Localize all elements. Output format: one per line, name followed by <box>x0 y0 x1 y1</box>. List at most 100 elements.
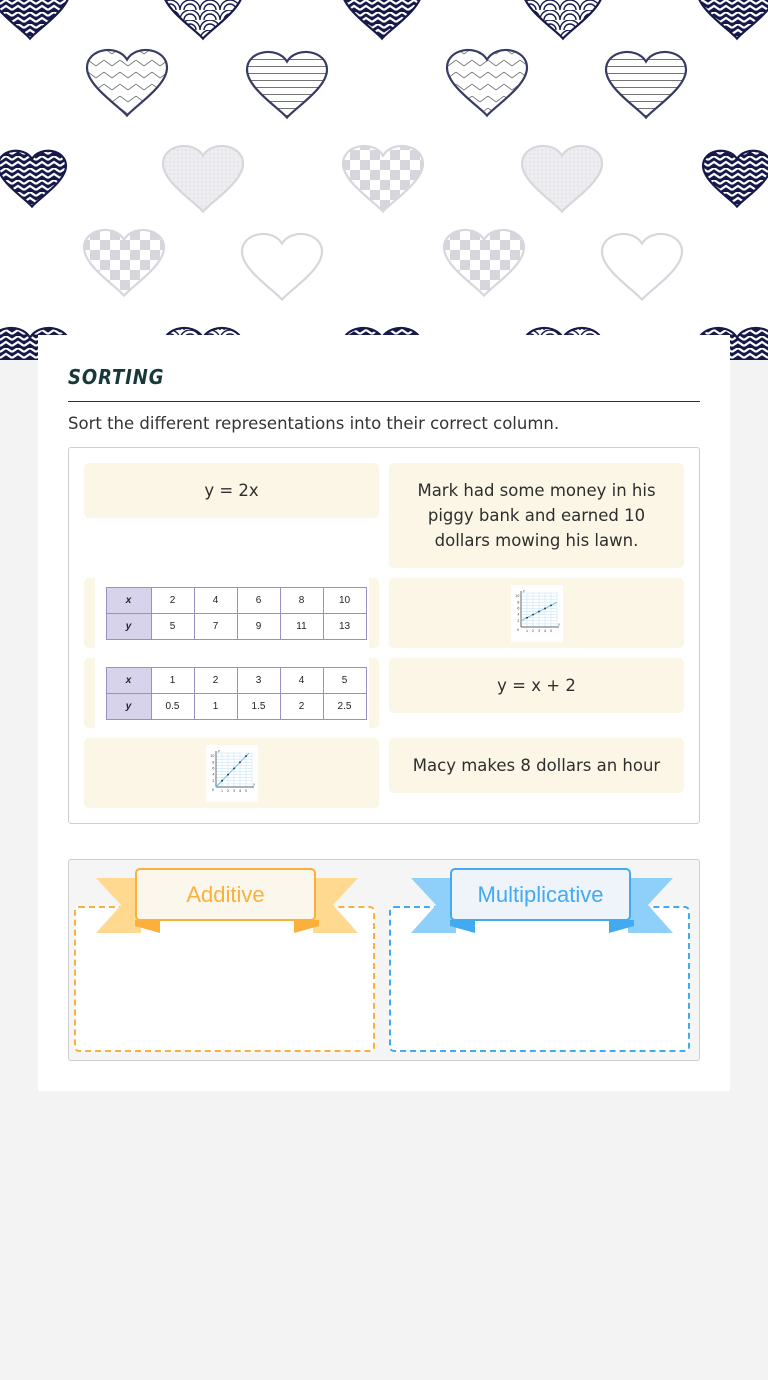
sort-card-graph-additive[interactable]: 1 2 3 4 5 2 4 6 8 10 0 y x <box>389 578 684 648</box>
hearts-banner <box>0 0 768 360</box>
table-cell: 6 <box>236 586 281 614</box>
heart-light-icon <box>520 144 604 214</box>
table-cell: 3 <box>236 666 281 694</box>
line-graph-multiplicative: 1 2 3 4 52468100yx <box>210 749 256 793</box>
data-point <box>525 616 528 619</box>
heart-light-icon <box>600 232 684 302</box>
table-cell: 9 <box>236 612 281 640</box>
table-header-x: x <box>105 666 152 694</box>
x-axis-label: x <box>252 782 256 786</box>
table-cell: 5 <box>322 666 367 694</box>
table-cell: 1 <box>193 692 238 720</box>
table-cell: 4 <box>279 666 324 694</box>
activity-title: SORTING <box>68 365 165 389</box>
heart-stripe-icon <box>604 50 688 120</box>
heart-chevron-icon <box>0 0 69 41</box>
sort-card-table-half-x[interactable]: x 1 2 3 4 5 y 0.5 1 1.5 2 2.5 <box>84 657 379 729</box>
graph-image: 1 2 3 4 5 2 4 6 8 10 0 y x <box>510 584 563 642</box>
heart-light-icon <box>240 232 324 302</box>
heart-zigzag-icon <box>445 48 529 118</box>
y-axis-label: y <box>217 749 221 753</box>
table-header-x: x <box>105 586 152 614</box>
table-row-y: y 5 7 9 11 13 <box>105 612 367 640</box>
data-point <box>537 610 540 612</box>
data-point <box>220 779 223 782</box>
y-tick-label: 6 <box>212 766 214 770</box>
data-point <box>549 603 552 606</box>
table-cell: 1 <box>150 666 195 694</box>
y-tick-label: 10 <box>210 754 214 758</box>
table-cell: 13 <box>322 612 367 640</box>
sort-card-y-equals-x-plus-2[interactable]: y = x + 2 <box>389 658 684 713</box>
x-tick-label: 5 <box>244 789 246 793</box>
origin-label: 0 <box>516 628 518 632</box>
table-cell: 2 <box>279 692 324 720</box>
heart-checker-icon <box>82 228 166 298</box>
y-tick-label: 8 <box>517 600 519 604</box>
heart-chevron-icon <box>0 149 68 209</box>
table-row-y: y 0.5 1 1.5 2 2.5 <box>105 692 367 720</box>
table-cell: 8 <box>279 586 324 614</box>
heart-scales-icon <box>524 0 602 41</box>
graph-image: 1 2 3 4 5 2 4 6 8 10 0 y x <box>205 744 258 802</box>
x-tick-label: 1 <box>525 629 527 633</box>
table-cell: 4 <box>193 586 238 614</box>
data-point <box>232 767 235 769</box>
sort-card-mark-piggy-bank[interactable]: Mark had some money in his piggy bank an… <box>389 463 684 568</box>
table-header-y: y <box>105 612 152 640</box>
y-tick-label: 8 <box>212 760 214 764</box>
sort-card-y-equals-2x[interactable]: y = 2x <box>84 463 379 518</box>
y-tick-label: 2 <box>212 778 214 782</box>
card-text: Macy makes 8 dollars an hour <box>412 756 661 775</box>
table-cell: 11 <box>279 612 324 640</box>
table-cell: 2.5 <box>322 692 367 720</box>
heart-chevron-icon <box>343 0 421 41</box>
heart-chevron-icon <box>701 149 768 209</box>
table-row-x: x 1 2 3 4 5 <box>105 666 367 694</box>
heart-light-icon <box>161 144 245 214</box>
heart-light-icon <box>341 144 425 214</box>
table-cell: 10 <box>322 586 367 614</box>
table-image: x 2 4 6 8 10 y 5 7 9 11 13 <box>94 577 369 649</box>
ribbon-tail-right <box>628 878 673 933</box>
xy-table: x 2 4 6 8 10 y 5 7 9 11 13 <box>105 586 367 640</box>
x-tick-label: 3 <box>232 789 234 793</box>
y-tick-label: 4 <box>212 772 215 776</box>
data-point <box>238 760 241 763</box>
table-cell: 5 <box>150 612 195 640</box>
x-tick-label: 3 <box>537 629 539 633</box>
sort-card-table-x-plus-3[interactable]: x 2 4 6 8 10 y 5 7 9 11 13 <box>84 577 379 649</box>
title-divider <box>68 401 700 402</box>
x-tick-label: 1 <box>220 789 222 793</box>
x-tick-label: 4 <box>238 789 241 793</box>
table-row-x: x 2 4 6 8 10 <box>105 586 367 614</box>
hearts-pattern <box>0 0 768 360</box>
data-point <box>543 607 546 609</box>
series-line <box>215 752 249 787</box>
data-point <box>244 754 247 757</box>
bin-label-multiplicative: Multiplicative <box>450 868 631 921</box>
data-point <box>531 613 534 616</box>
card-pool: y = 2x Mark had some money in his piggy … <box>68 447 700 824</box>
table-header-y: y <box>105 692 152 720</box>
line-graph-additive: 1 2 3 4 52468100yx <box>515 589 561 633</box>
card-text: y = 2x <box>204 481 259 500</box>
card-text: y = x + 2 <box>497 676 576 695</box>
heart-chevron-icon <box>698 0 768 41</box>
table-cell: 7 <box>193 612 238 640</box>
activity-instructions: Sort the different representations into … <box>68 414 560 433</box>
ribbon-tail-right <box>313 878 358 933</box>
y-tick-label: 6 <box>517 606 519 610</box>
table-image: x 1 2 3 4 5 y 0.5 1 1.5 2 2.5 <box>94 657 369 729</box>
sort-card-macy-hourly[interactable]: Macy makes 8 dollars an hour <box>389 738 684 793</box>
y-tick-label: 2 <box>517 618 519 622</box>
heart-stripe-icon <box>245 50 329 120</box>
sort-card-graph-multiplicative[interactable]: 1 2 3 4 5 2 4 6 8 10 0 y x <box>84 738 379 808</box>
y-axis-label: y <box>522 589 526 593</box>
activity-card: SORTING Sort the different representatio… <box>38 335 730 1091</box>
card-text: Mark had some money in his piggy bank an… <box>417 481 656 550</box>
xy-table: x 1 2 3 4 5 y 0.5 1 1.5 2 2.5 <box>105 666 367 720</box>
x-tick-label: 2 <box>531 629 533 633</box>
table-cell: 1.5 <box>236 692 281 720</box>
heart-zigzag-icon <box>85 48 169 118</box>
